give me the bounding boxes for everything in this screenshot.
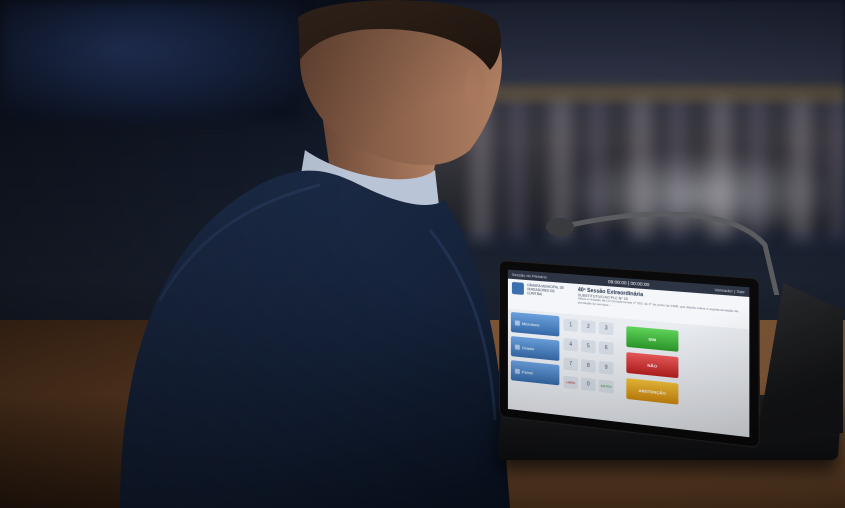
key-1[interactable]: 1: [563, 318, 578, 333]
scene: Sessão do Plenário 09:00:00 | 00:00:00 V…: [0, 0, 845, 508]
vote-no-button[interactable]: NÃO: [626, 352, 679, 379]
coat-of-arms-icon: [511, 281, 524, 295]
key-clear[interactable]: LIMPA: [563, 375, 578, 390]
key-5[interactable]: 5: [581, 339, 596, 354]
panel-button[interactable]: Painel: [510, 360, 560, 386]
key-7[interactable]: 7: [563, 356, 578, 371]
vote-abstain-button[interactable]: ABSTENÇÃO: [626, 378, 679, 405]
numeric-keypad: 1 2 3 4 5 6 7 8 9 LIMPA 0 ENTRA: [563, 318, 614, 398]
vote-buttons: SIM NÃO ABSTENÇÃO: [626, 326, 679, 405]
key-4[interactable]: 4: [563, 337, 578, 352]
microphone-icon: [514, 319, 520, 326]
microphone-label: Microfone: [521, 320, 540, 328]
microphone-button[interactable]: Microfone: [510, 311, 560, 337]
speaker-icon: [514, 343, 520, 350]
org-name: CÂMARA MUNICIPAL DE VEREADORES DE CURITI…: [526, 283, 565, 297]
key-6[interactable]: 6: [598, 340, 614, 355]
speaker-button[interactable]: Orador: [510, 336, 560, 361]
voting-terminal: Sessão do Plenário 09:00:00 | 00:00:00 V…: [497, 211, 845, 465]
key-9[interactable]: 9: [598, 360, 614, 375]
topbar-right[interactable]: Vereador | Sair: [715, 287, 745, 295]
side-buttons: Microfone Orador Painel: [510, 311, 560, 392]
panel-icon: [514, 368, 520, 374]
speaker-label: Orador: [521, 344, 535, 351]
key-3[interactable]: 3: [598, 321, 614, 336]
key-0[interactable]: 0: [581, 377, 596, 392]
key-8[interactable]: 8: [581, 358, 596, 373]
terminal-housing: [758, 283, 843, 433]
vote-yes-button[interactable]: SIM: [626, 326, 679, 352]
screen-bezel: Sessão do Plenário 09:00:00 | 00:00:00 V…: [500, 261, 759, 448]
touch-screen: Sessão do Plenário 09:00:00 | 00:00:00 V…: [507, 269, 750, 438]
key-enter[interactable]: ENTRA: [598, 379, 614, 394]
man-silhouette: [120, 0, 510, 508]
key-2[interactable]: 2: [581, 320, 596, 334]
panel-label: Painel: [521, 368, 534, 375]
